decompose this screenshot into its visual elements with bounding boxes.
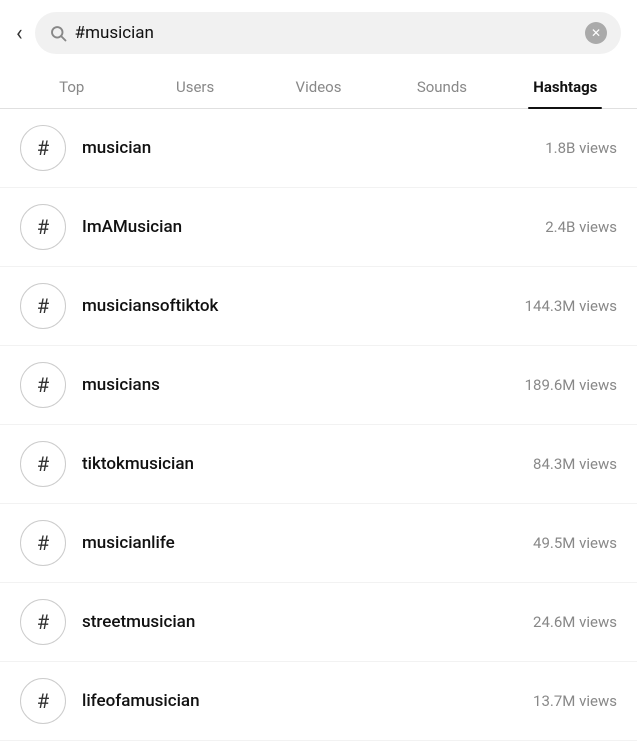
list-item[interactable]: # musiciansoftiktok 144.3M views	[0, 267, 637, 346]
tab-bar: Top Users Videos Sounds Hashtags	[0, 66, 637, 109]
hashtag-list: # musician 1.8B views # ImAMusician 2.4B view…	[0, 109, 637, 741]
list-item[interactable]: # musicianlife 49.5M views	[0, 504, 637, 583]
list-item[interactable]: # musicians 189.6M views	[0, 346, 637, 425]
header: ‹ #musician	[0, 0, 637, 66]
hashtag-views: 84.3M views	[533, 455, 617, 473]
hashtag-name: ImAMusician	[82, 217, 537, 237]
hashtag-name: musician	[82, 138, 537, 158]
search-icon	[49, 24, 67, 42]
hashtag-views: 24.6M views	[533, 613, 617, 631]
hashtag-name: musiciansoftiktok	[82, 296, 517, 316]
hashtag-icon: #	[20, 441, 66, 487]
hashtag-icon: #	[20, 362, 66, 408]
hashtag-name: tiktokmusician	[82, 454, 525, 474]
back-button[interactable]: ‹	[16, 21, 23, 46]
tab-videos[interactable]: Videos	[257, 66, 380, 108]
tab-sounds[interactable]: Sounds	[380, 66, 503, 108]
tab-users[interactable]: Users	[133, 66, 256, 108]
search-query[interactable]: #musician	[75, 23, 577, 43]
list-item[interactable]: # streetmusician 24.6M views	[0, 583, 637, 662]
hashtag-views: 49.5M views	[533, 534, 617, 552]
clear-button[interactable]	[585, 22, 607, 44]
hashtag-views: 189.6M views	[525, 376, 617, 394]
hashtag-icon: #	[20, 204, 66, 250]
list-item[interactable]: # lifeofamusician 13.7M views	[0, 662, 637, 741]
hashtag-icon: #	[20, 520, 66, 566]
hashtag-views: 1.8B views	[545, 139, 617, 157]
list-item[interactable]: # musician 1.8B views	[0, 109, 637, 188]
hashtag-name: musicianlife	[82, 533, 525, 553]
hashtag-views: 144.3M views	[525, 297, 617, 315]
hashtag-views: 13.7M views	[533, 692, 617, 710]
tab-hashtags[interactable]: Hashtags	[504, 66, 627, 108]
hashtag-name: lifeofamusician	[82, 691, 525, 711]
search-bar: #musician	[35, 12, 621, 54]
list-item[interactable]: # tiktokmusician 84.3M views	[0, 425, 637, 504]
hashtag-icon: #	[20, 678, 66, 724]
list-item[interactable]: # ImAMusician 2.4B views	[0, 188, 637, 267]
tab-top[interactable]: Top	[10, 66, 133, 108]
hashtag-name: musicians	[82, 375, 517, 395]
hashtag-views: 2.4B views	[545, 218, 617, 236]
hashtag-icon: #	[20, 283, 66, 329]
hashtag-name: streetmusician	[82, 612, 525, 632]
hashtag-icon: #	[20, 599, 66, 645]
hashtag-icon: #	[20, 125, 66, 171]
